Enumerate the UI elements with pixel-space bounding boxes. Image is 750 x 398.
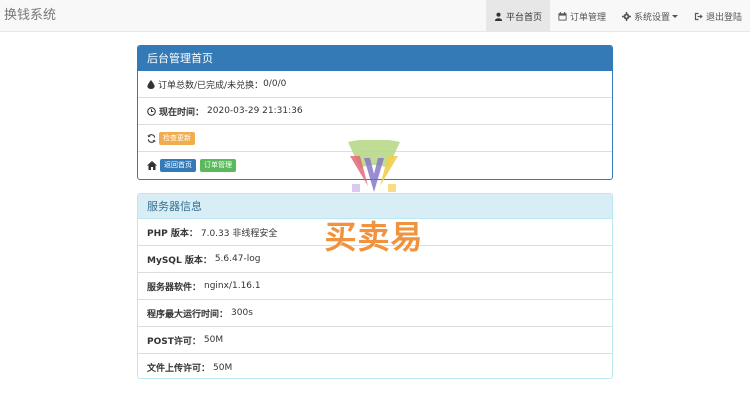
list-item: 文件上传许可： 50M (138, 354, 612, 378)
nav-item-settings[interactable]: 系统设置 (614, 0, 686, 32)
admin-panel: 后台管理首页 订单总数/已完成/未兑换： 0/0/0 现在时间： 2020-03… (137, 45, 613, 180)
panel-title: 后台管理首页 (138, 46, 612, 71)
panel-title: 服务器信息 (138, 194, 612, 219)
user-icon (494, 12, 503, 21)
drop-icon (147, 79, 155, 89)
orders-value: 0/0/0 (263, 79, 287, 89)
brand-title[interactable]: 换钱系统 (4, 0, 56, 32)
info-value: 7.0.33 非线程安全 (200, 228, 278, 239)
time-value: 2020-03-29 21:31:36 (207, 106, 303, 116)
home-icon (147, 161, 157, 170)
list-item: PHP 版本： 7.0.33 非线程安全 (138, 219, 612, 246)
list-item: 程序最大运行时间： 300s (138, 300, 612, 327)
time-row: 现在时间： 2020-03-29 21:31:36 (138, 98, 612, 125)
info-label: 文件上传许可： (147, 364, 211, 374)
info-label: 服务器软件： (147, 282, 202, 293)
info-label: 程序最大运行时间： (147, 309, 229, 320)
info-value: nginx/1.16.1 (204, 281, 261, 291)
actions-row: 返回首页 订单管理 (138, 152, 612, 179)
calendar-icon (558, 11, 567, 21)
update-row: 检查更新 (138, 125, 612, 152)
clock-icon (147, 106, 156, 116)
refresh-icon (147, 133, 156, 143)
check-update-button[interactable]: 检查更新 (159, 131, 195, 145)
info-label: PHP 版本： (147, 228, 198, 239)
list-item: POST许可： 50M (138, 327, 612, 354)
info-label: POST许可： (147, 336, 201, 347)
order-management-button[interactable]: 订单管理 (200, 159, 236, 172)
nav-item-orders[interactable]: 订单管理 (550, 0, 614, 32)
logout-icon (694, 12, 703, 21)
info-value: 50M (203, 335, 224, 345)
nav-item-label: 平台首页 (505, 12, 542, 23)
orders-label: 订单总数/已完成/未兑换： (158, 80, 264, 91)
nav-item-label: 退出登陆 (705, 12, 742, 23)
orders-summary-row: 订单总数/已完成/未兑换： 0/0/0 (138, 71, 612, 98)
chevron-down-icon (671, 14, 678, 18)
server-info-panel: 服务器信息 PHP 版本： 7.0.33 非线程安全 MySQL 版本： 5.6… (137, 193, 613, 379)
time-label: 现在时间： (159, 107, 205, 118)
info-value: 300s (231, 308, 253, 318)
nav-item-label: 系统设置 (633, 12, 670, 23)
nav-menu: 平台首页 订单管理 系统设置 退出登陆 (485, 0, 750, 32)
nav-item-home[interactable]: 平台首页 (485, 0, 550, 32)
list-item: MySQL 版本： 5.6.47-log (138, 246, 612, 273)
navbar: 换钱系统 平台首页 订单管理 系统设置 退出登陆 (0, 0, 750, 32)
list-item: 服务器软件： nginx/1.16.1 (138, 273, 612, 300)
nav-item-logout[interactable]: 退出登陆 (686, 0, 750, 32)
info-label: MySQL 版本： (147, 255, 212, 266)
gear-icon (621, 11, 631, 21)
info-value: 5.6.47-log (214, 254, 261, 264)
nav-item-label: 订单管理 (569, 12, 606, 23)
back-home-button[interactable]: 返回首页 (160, 159, 196, 172)
info-value: 50M (213, 362, 233, 373)
